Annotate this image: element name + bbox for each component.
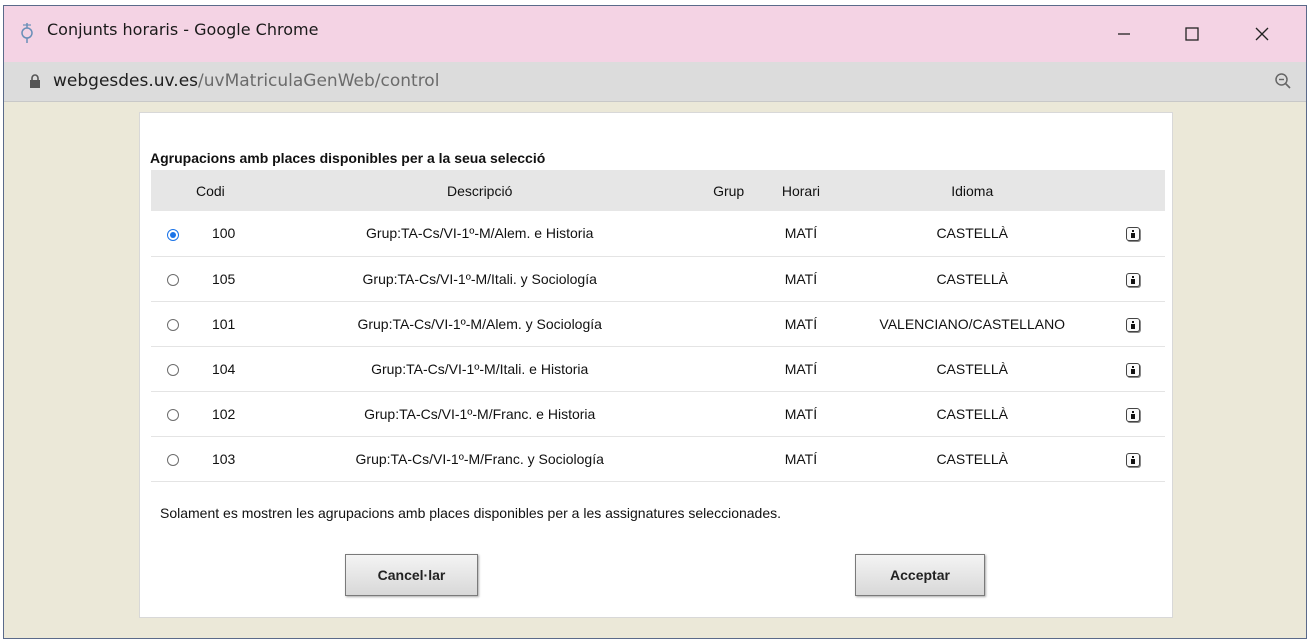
maximize-button[interactable] (1162, 6, 1222, 62)
chrome-app-icon (20, 22, 34, 44)
url-path: /uvMatriculaGenWeb/control (198, 71, 440, 91)
table-row[interactable]: 102 Grup:TA-Cs/VI-1º-M/Franc. e Historia… (151, 391, 1165, 436)
info-icon[interactable] (1125, 272, 1140, 287)
info-icon[interactable] (1125, 452, 1140, 467)
close-button[interactable] (1232, 6, 1292, 62)
row-codi: 105 (211, 270, 236, 287)
table-row[interactable]: 104 Grup:TA-Cs/VI-1º-M/Itali. e Historia… (151, 346, 1165, 391)
row-info-cell[interactable] (1101, 391, 1165, 436)
header-descripcio: Descripció (447, 182, 513, 199)
row-grup (699, 346, 758, 391)
row-descripcio: Grup:TA-Cs/VI-1º-M/Franc. e Historia (364, 405, 596, 422)
url-text[interactable]: webgesdes.uv.es/uvMatriculaGenWeb/contro… (53, 71, 439, 91)
cancel-button[interactable]: Cancel·lar (345, 554, 478, 596)
table-row[interactable]: 101 Grup:TA-Cs/VI-1º-M/Alem. y Sociologí… (151, 301, 1165, 346)
row-grup (699, 301, 758, 346)
header-select (151, 170, 196, 211)
row-descripcio: Grup:TA-Cs/VI-1º-M/Franc. y Sociología (355, 450, 604, 467)
table-row[interactable]: 103 Grup:TA-Cs/VI-1º-M/Franc. y Sociolog… (151, 436, 1165, 481)
row-descripcio: Grup:TA-Cs/VI-1º-M/Alem. y Sociología (357, 315, 602, 332)
row-radio[interactable] (167, 453, 180, 466)
table-row[interactable]: 100 Grup:TA-Cs/VI-1º-M/Alem. e Historia … (151, 211, 1165, 256)
row-horari: MATÍ (784, 225, 818, 242)
row-radio-cell[interactable] (151, 256, 196, 301)
row-grup (699, 436, 758, 481)
info-icon[interactable] (1125, 227, 1140, 242)
row-info-cell[interactable] (1101, 436, 1165, 481)
row-grup (699, 256, 758, 301)
minimize-icon (1118, 33, 1130, 35)
window-title: Conjunts horaris - Google Chrome (47, 20, 319, 39)
row-info-cell[interactable] (1101, 346, 1165, 391)
header-codi: Codi (195, 182, 225, 199)
maximize-icon (1185, 27, 1199, 41)
row-radio[interactable] (167, 273, 180, 286)
row-radio[interactable] (167, 318, 180, 331)
row-radio[interactable] (167, 408, 180, 421)
row-horari: MATÍ (784, 360, 818, 377)
row-idioma: CASTELLÀ (936, 225, 1009, 242)
accept-button[interactable]: Acceptar (855, 554, 985, 596)
row-codi: 103 (211, 450, 236, 467)
row-radio[interactable] (167, 363, 180, 376)
row-codi: 100 (211, 225, 236, 242)
row-horari: MATÍ (784, 315, 818, 332)
header-info (1101, 170, 1165, 211)
info-icon[interactable] (1125, 362, 1140, 377)
groupings-table: Codi Descripció Grup Horari Idioma 100 G… (151, 170, 1165, 482)
row-radio[interactable] (167, 228, 180, 241)
lock-icon (29, 74, 41, 93)
row-horari: MATÍ (784, 270, 818, 287)
close-icon (1255, 27, 1269, 41)
browser-window: Conjunts horaris - Google Chrome webgesd… (3, 5, 1307, 639)
row-grup (699, 211, 758, 256)
zoom-out-icon[interactable] (1274, 72, 1292, 95)
row-info-cell[interactable] (1101, 211, 1165, 256)
schedule-dialog: Agrupacions amb places disponibles per a… (139, 112, 1173, 618)
row-idioma: CASTELLÀ (936, 360, 1009, 377)
row-radio-cell[interactable] (151, 436, 196, 481)
row-radio-cell[interactable] (151, 391, 196, 436)
row-horari: MATÍ (784, 405, 818, 422)
table-header-row: Codi Descripció Grup Horari Idioma (151, 170, 1165, 211)
row-horari: MATÍ (784, 450, 818, 467)
panel-heading: Agrupacions amb places disponibles per a… (150, 150, 546, 166)
header-grup: Grup (713, 182, 745, 199)
row-info-cell[interactable] (1101, 301, 1165, 346)
address-bar[interactable]: webgesdes.uv.es/uvMatriculaGenWeb/contro… (4, 62, 1306, 102)
row-idioma: CASTELLÀ (936, 450, 1009, 467)
header-horari: Horari (781, 182, 820, 199)
row-descripcio: Grup:TA-Cs/VI-1º-M/Itali. e Historia (371, 360, 589, 377)
row-info-cell[interactable] (1101, 256, 1165, 301)
row-grup (699, 391, 758, 436)
header-idioma: Idioma (951, 182, 994, 199)
row-descripcio: Grup:TA-Cs/VI-1º-M/Alem. e Historia (366, 225, 594, 242)
footnote: Solament es mostren les agrupacions amb … (160, 505, 782, 521)
info-icon[interactable] (1125, 407, 1140, 422)
row-idioma: VALENCIANO/CASTELLANO (879, 315, 1066, 332)
title-bar[interactable]: Conjunts horaris - Google Chrome (4, 6, 1306, 62)
url-host: webgesdes.uv.es (53, 71, 199, 91)
row-radio-cell[interactable] (151, 301, 196, 346)
table-row[interactable]: 105 Grup:TA-Cs/VI-1º-M/Itali. y Sociolog… (151, 256, 1165, 301)
row-idioma: CASTELLÀ (936, 405, 1009, 422)
row-codi: 104 (211, 360, 236, 377)
row-descripcio: Grup:TA-Cs/VI-1º-M/Itali. y Sociología (362, 270, 597, 287)
row-radio-cell[interactable] (151, 346, 196, 391)
minimize-button[interactable] (1094, 6, 1154, 62)
row-codi: 101 (211, 315, 236, 332)
info-icon[interactable] (1125, 317, 1140, 332)
row-codi: 102 (211, 405, 236, 422)
row-radio-cell[interactable] (151, 211, 196, 256)
row-idioma: CASTELLÀ (936, 270, 1009, 287)
